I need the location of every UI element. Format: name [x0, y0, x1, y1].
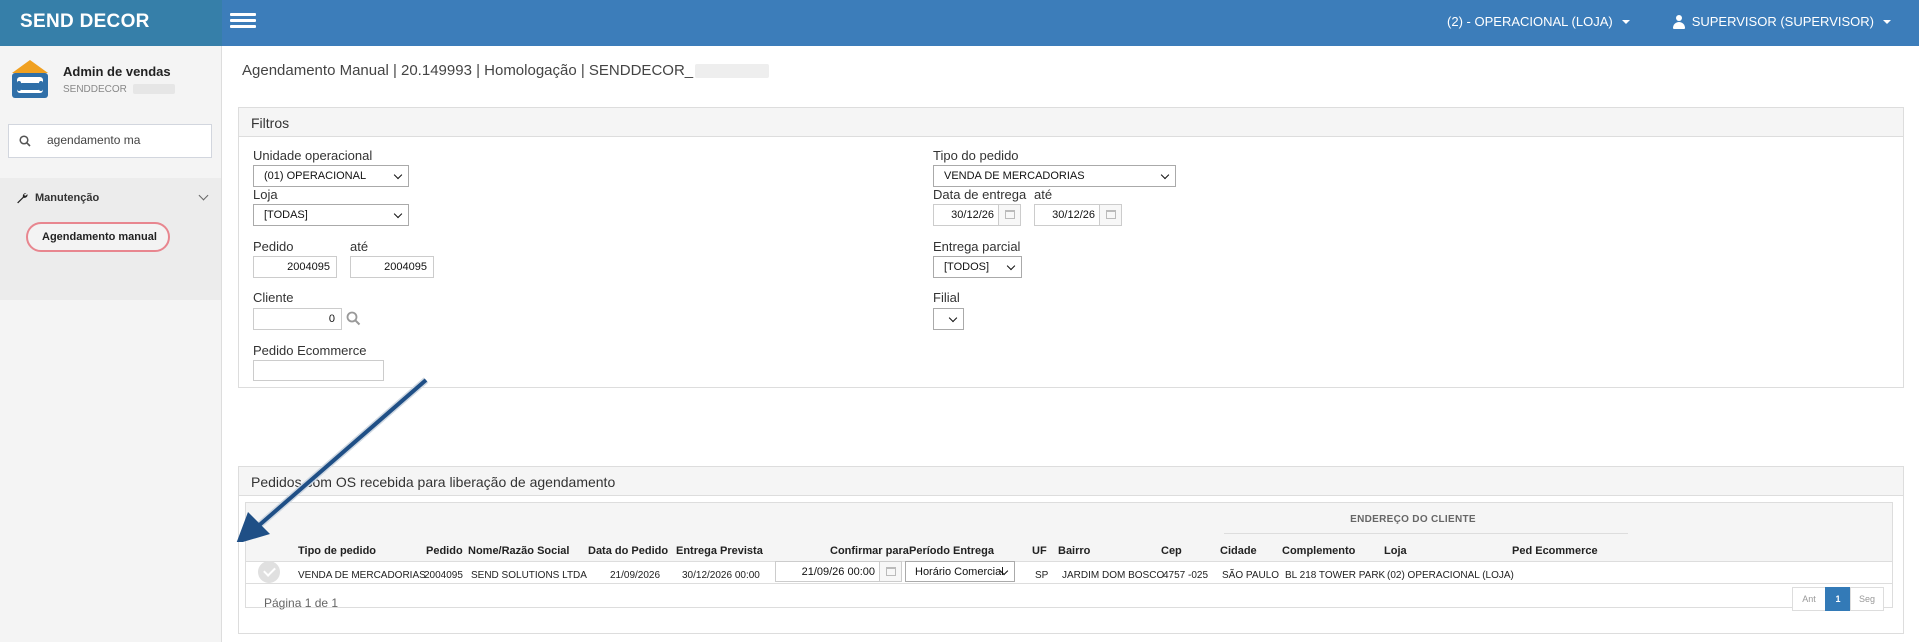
calendar-icon[interactable] [879, 562, 901, 581]
hamburger-menu-icon[interactable] [230, 13, 256, 31]
chevron-down-icon[interactable] [198, 190, 209, 201]
col-loja[interactable]: Loja [1384, 545, 1407, 557]
pedido-ate-label: até [350, 239, 369, 254]
caret-down-icon [1883, 19, 1891, 24]
col-data-pedido[interactable]: Data do Pedido [588, 545, 668, 557]
loja-select[interactable]: [TODAS] [253, 204, 409, 226]
data-ate-label: até [1034, 187, 1053, 202]
filial-label: Filial [933, 290, 960, 305]
profile-name: Admin de vendas [63, 64, 171, 79]
store-selector-label: (2) - OPERACIONAL (LOJA) [1447, 14, 1613, 29]
search-icon[interactable] [346, 311, 361, 326]
col-cidade[interactable]: Cidade [1220, 545, 1257, 557]
col-complemento[interactable]: Complemento [1282, 545, 1355, 557]
sidebar: Admin de vendas SENDDECOR Manutenção Age… [0, 46, 222, 642]
profile-company: SENDDECOR [63, 84, 175, 95]
filters-panel: Filtros Unidade operacional (01) OPERACI… [238, 107, 1904, 388]
redacted-block [695, 64, 770, 79]
col-ped-ecommerce[interactable]: Ped Ecommerce [1512, 545, 1598, 557]
unidade-select[interactable]: (01) OPERACIONAL [253, 165, 409, 187]
cell-loja: (02) OPERACIONAL (LOJA) [1387, 570, 1514, 581]
cliente-label: Cliente [253, 290, 294, 305]
unidade-label: Unidade operacional [253, 148, 373, 163]
header-divider [246, 561, 1892, 562]
pedido-from-input[interactable]: 2004095 [253, 256, 337, 278]
menu-group-manutencao: Manutenção Agendamento manual [0, 178, 221, 300]
data-entrega-from[interactable]: 30/12/26 [933, 204, 1021, 226]
store-selector-dropdown[interactable]: (2) - OPERACIONAL (LOJA) [1447, 14, 1630, 29]
user-profile: Admin de vendas SENDDECOR [8, 58, 218, 108]
top-navbar: SEND DECOR (2) - OPERACIONAL (LOJA) SUPE… [0, 0, 1919, 46]
pagination: Ant 1 Seg [1792, 587, 1884, 611]
col-uf[interactable]: UF [1032, 545, 1047, 557]
filters-title: Filtros [239, 108, 1903, 137]
col-bairro[interactable]: Bairro [1058, 545, 1090, 557]
orders-panel: Pedidos com OS recebida para liberação d… [238, 466, 1904, 634]
user-icon [1672, 14, 1686, 29]
menu-group-header[interactable]: Manutenção [16, 192, 99, 204]
cell-bairro: JARDIM DOM BOSCO [1062, 570, 1165, 581]
col-nome[interactable]: Nome/Razão Social [468, 545, 569, 557]
menu-group-label: Manutenção [35, 192, 100, 204]
cell-data-pedido: 21/09/2026 [610, 570, 661, 581]
cell-uf: SP [1035, 570, 1049, 581]
confirmar-para-input[interactable]: 21/09/26 00:00 [775, 561, 902, 582]
periodo-entrega-select[interactable]: Horário Comercial [905, 561, 1015, 582]
col-confirmar-para[interactable]: Confirmar para [830, 545, 909, 557]
row-divider [246, 583, 1892, 584]
breadcrumb: Agendamento Manual | 20.149993 | Homolog… [242, 62, 770, 79]
data-entrega-to-value: 30/12/26 [1052, 209, 1095, 221]
orders-table: ENDEREÇO DO CLIENTE Tipo de pedido Pedid… [245, 502, 1893, 611]
loja-label: Loja [253, 187, 278, 202]
user-menu-label: SUPERVISOR (SUPERVISOR) [1691, 14, 1874, 29]
cell-nome: SEND SOLUTIONS LTDA [471, 570, 587, 581]
sofa-avatar-icon [12, 60, 48, 98]
col-pedido[interactable]: Pedido [426, 545, 463, 557]
search-icon [19, 135, 31, 147]
data-entrega-label: Data de entrega [933, 187, 1027, 202]
brand-logo[interactable]: SEND DECOR [0, 0, 222, 46]
entrega-parcial-select[interactable]: [TODOS] [933, 256, 1022, 278]
col-periodo[interactable]: Período Entrega [909, 545, 994, 557]
orders-title: Pedidos com OS recebida para liberação d… [239, 467, 1903, 496]
pagination-next[interactable]: Seg [1850, 587, 1884, 611]
pagination-page-1[interactable]: 1 [1825, 587, 1851, 611]
cell-pedido: 2004095 [424, 570, 463, 581]
col-tipo[interactable]: Tipo de pedido [298, 545, 376, 557]
pedido-ecommerce-label: Pedido Ecommerce [253, 343, 367, 358]
cell-cep: 4757 -025 [1163, 570, 1209, 581]
menu-item-agendamento-manual[interactable]: Agendamento manual [26, 222, 170, 252]
cell-tipo: VENDA DE MERCADORIAS [298, 570, 426, 581]
entrega-parcial-label: Entrega parcial [933, 239, 1021, 254]
endereco-group-header: ENDEREÇO DO CLIENTE [1350, 514, 1476, 525]
confirmar-para-value: 21/09/26 00:00 [801, 566, 875, 578]
tipo-pedido-label: Tipo do pedido [933, 148, 1019, 163]
cell-entrega-prevista: 30/12/2026 00:00 [682, 570, 760, 581]
redacted-block [132, 84, 175, 95]
cell-cidade: SÃO PAULO [1222, 570, 1280, 581]
cell-complemento: BL 218 TOWER PARK [1285, 570, 1386, 581]
menu-search[interactable] [8, 124, 212, 158]
calendar-icon[interactable] [998, 205, 1020, 225]
main-content: Agendamento Manual | 20.149993 | Homolog… [222, 46, 1919, 642]
calendar-icon[interactable] [1099, 205, 1121, 225]
pagination-prev[interactable]: Ant [1792, 587, 1826, 611]
select-row-check-icon[interactable] [258, 561, 280, 583]
user-menu-dropdown[interactable]: SUPERVISOR (SUPERVISOR) [1672, 14, 1891, 29]
filial-select[interactable] [933, 308, 964, 330]
group-divider [1224, 533, 1628, 534]
wrench-icon [17, 193, 28, 204]
pagination-info: Página 1 de 1 [264, 596, 339, 610]
caret-down-icon [1621, 19, 1630, 24]
col-cep[interactable]: Cep [1161, 545, 1182, 557]
tipo-pedido-select[interactable]: VENDA DE MERCADORIAS [933, 165, 1176, 187]
data-entrega-from-value: 30/12/26 [951, 209, 994, 221]
menu-search-input[interactable] [47, 133, 207, 147]
cliente-input[interactable]: 0 [253, 308, 342, 330]
col-entrega-prevista[interactable]: Entrega Prevista [676, 545, 763, 557]
data-entrega-to[interactable]: 30/12/26 [1034, 204, 1122, 226]
pedido-ecommerce-input[interactable] [253, 360, 384, 381]
pedido-to-input[interactable]: 2004095 [350, 256, 434, 278]
pedido-label: Pedido [253, 239, 294, 254]
